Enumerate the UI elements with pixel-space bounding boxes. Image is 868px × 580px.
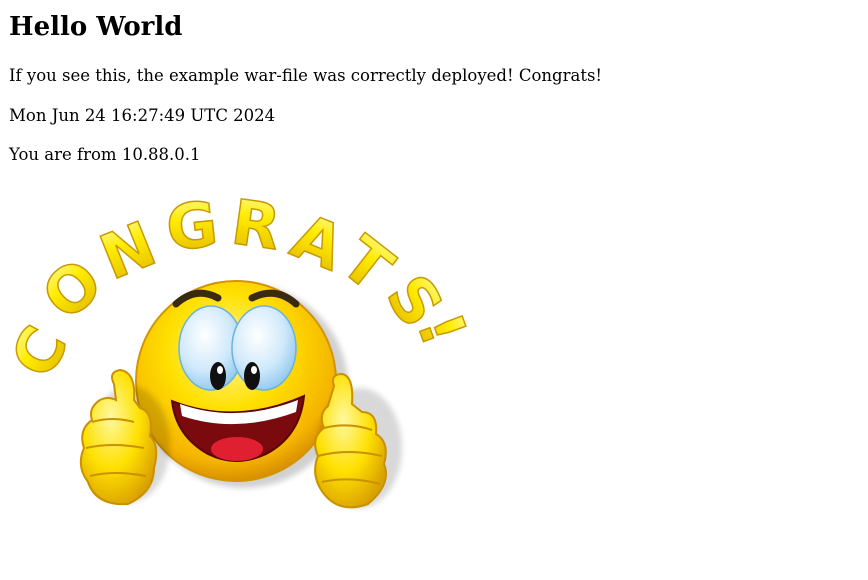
page: Hello World If you see this, the example…: [0, 0, 868, 580]
banner-letter: G: [163, 187, 221, 265]
congrats-smiley-image: C O N G R A T S !: [4, 186, 482, 509]
deploy-message: If you see this, the example war-file wa…: [9, 66, 603, 85]
page-heading: Hello World: [9, 12, 183, 42]
banner-letter: R: [227, 186, 284, 264]
banner-letter: N: [90, 207, 165, 294]
client-ip: You are from 10.88.0.1: [9, 145, 201, 164]
timestamp: Mon Jun 24 16:27:49 UTC 2024: [9, 106, 276, 125]
